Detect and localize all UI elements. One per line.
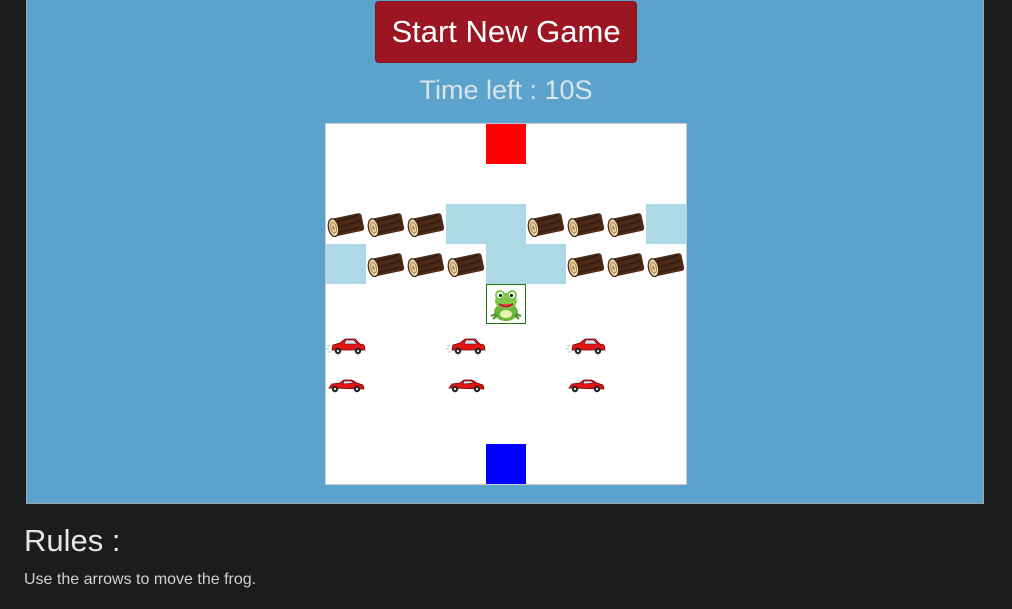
wooden-log-icon xyxy=(366,244,406,284)
red-car-icon xyxy=(446,364,486,404)
time-left-display: Time left : 10S xyxy=(419,75,593,105)
start-cell xyxy=(486,444,526,484)
frog-icon xyxy=(486,284,526,324)
red-car-icon xyxy=(446,324,486,364)
game-board[interactable] xyxy=(325,123,687,485)
wooden-log-icon xyxy=(326,204,366,244)
water-cell xyxy=(646,204,686,244)
red-car-icon xyxy=(566,324,606,364)
wooden-log-icon xyxy=(606,244,646,284)
water-cell xyxy=(326,244,366,284)
game-panel: Start New Game Time left : 10S xyxy=(26,0,984,504)
red-car-icon xyxy=(566,364,606,404)
rules-text: Use the arrows to move the frog. xyxy=(24,571,257,588)
wooden-log-icon xyxy=(566,244,606,284)
wooden-log-icon xyxy=(566,204,606,244)
wooden-log-icon xyxy=(646,244,686,284)
wooden-log-icon xyxy=(606,204,646,244)
wooden-log-icon xyxy=(366,204,406,244)
wooden-log-icon xyxy=(406,244,446,284)
wooden-log-icon xyxy=(446,244,486,284)
goal-cell xyxy=(486,124,526,164)
water-cell xyxy=(446,204,486,244)
water-cell xyxy=(526,244,566,284)
rules-heading: Rules : xyxy=(24,523,121,558)
start-new-game-button[interactable]: Start New Game xyxy=(375,1,637,63)
water-cell xyxy=(486,244,526,284)
red-car-icon xyxy=(326,324,366,364)
water-cell xyxy=(486,204,526,244)
wooden-log-icon xyxy=(526,204,566,244)
wooden-log-icon xyxy=(406,204,446,244)
red-car-icon xyxy=(326,364,366,404)
